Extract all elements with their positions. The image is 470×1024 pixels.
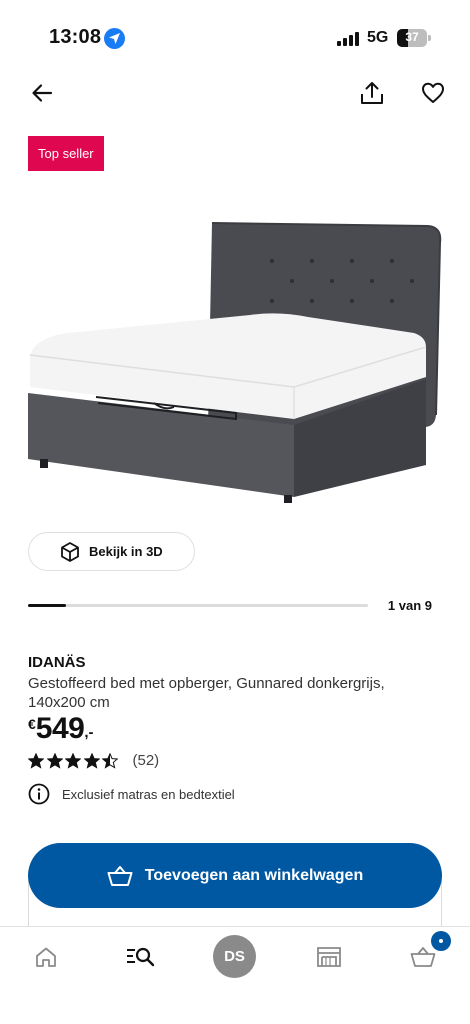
cube-icon (61, 542, 79, 562)
battery-percent: 37 (405, 30, 419, 44)
tab-cart[interactable] (410, 946, 436, 968)
favourite-button[interactable] (416, 77, 450, 109)
home-icon (36, 947, 56, 967)
status-time: 13:08 (49, 26, 102, 48)
view-3d-label: Bekijk in 3D (89, 544, 163, 559)
tab-stores[interactable] (316, 946, 342, 968)
signal-icon (337, 32, 359, 46)
tab-search[interactable] (126, 946, 156, 968)
add-to-cart-button[interactable]: Toevoegen aan winkelwagen (28, 843, 442, 908)
product-rating[interactable]: (52) (28, 752, 159, 769)
gallery-page-indicator: 1 van 9 (387, 598, 432, 613)
arrow-left-icon (32, 84, 53, 102)
info-icon (28, 783, 50, 805)
product-notice: Exclusief matras en bedtextiel (28, 783, 235, 805)
location-icon (104, 28, 125, 49)
product-description: Gestoffeerd bed met opberger, Gunnared d… (28, 675, 385, 711)
battery-icon: 37 (397, 29, 427, 47)
price-amount: 549 (35, 712, 85, 745)
share-icon (361, 82, 383, 104)
cart-icon (410, 947, 436, 967)
product-name: IDANÄS (28, 654, 86, 671)
view-3d-button[interactable]: Bekijk in 3D (28, 532, 195, 571)
price-decimals: ,- (84, 724, 94, 741)
heart-icon (422, 82, 444, 103)
product-price: € 549 ,- (28, 712, 94, 746)
cart-notification-dot (431, 931, 451, 951)
network-label: 5G (367, 29, 389, 46)
rating-count: (52) (132, 752, 160, 769)
star-full-icon (65, 752, 81, 769)
product-image[interactable] (22, 215, 450, 505)
store-icon (317, 947, 341, 967)
tab-home[interactable] (34, 946, 58, 968)
search-icon (127, 947, 155, 967)
product-notice-text: Exclusief matras en bedtextiel (62, 786, 235, 802)
star-full-icon (46, 752, 63, 769)
star-full-icon (83, 752, 100, 769)
gallery-progress-fill (28, 604, 66, 607)
share-button[interactable] (355, 76, 389, 110)
add-to-cart-label: Toevoegen aan winkelwagen (144, 866, 364, 884)
star-half-icon (102, 752, 118, 769)
avatar[interactable]: DS (213, 935, 256, 978)
price-currency: € (28, 716, 36, 732)
back-button[interactable] (26, 77, 58, 109)
gallery-progress (28, 604, 368, 607)
top-seller-badge: Top seller (28, 136, 104, 171)
cart-icon (107, 865, 133, 886)
star-full-icon (28, 752, 44, 769)
status-bar: 13:08 5G 37 (0, 0, 470, 76)
rating-stars (28, 752, 121, 769)
battery-tip (428, 35, 431, 41)
